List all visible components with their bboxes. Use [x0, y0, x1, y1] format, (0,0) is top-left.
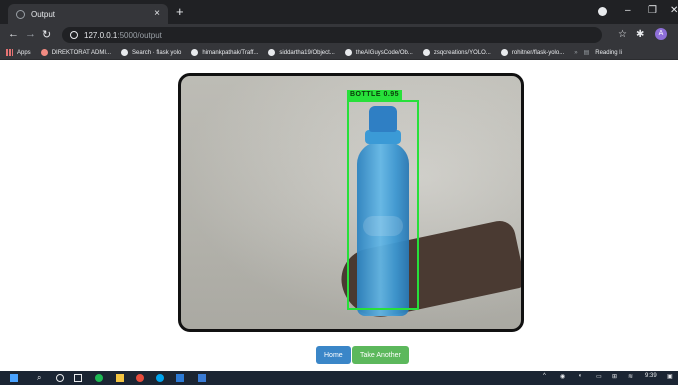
site-info-icon[interactable] [70, 31, 78, 39]
tab-title: Output [31, 9, 56, 19]
bookmark-rohitner[interactable]: rohitner/flask-yolo... [500, 49, 564, 56]
bookmark-apps[interactable]: Apps [6, 49, 31, 56]
edge-icon[interactable] [156, 374, 164, 382]
battery-icon[interactable]: ▭ [596, 373, 602, 380]
cortana-icon[interactable] [56, 374, 64, 382]
browser-tab-output[interactable]: Output × [8, 4, 168, 24]
back-icon[interactable]: ← [8, 28, 19, 40]
reading-list-icon: ▤ [583, 50, 590, 56]
apps-icon [6, 49, 13, 56]
direktorat-icon [40, 49, 48, 56]
profile-avatar[interactable]: A [655, 28, 667, 40]
bookmark-zsqcreations[interactable]: zsqcreations/YOLO... [422, 49, 491, 56]
github-icon [268, 49, 276, 56]
tab-favicon-icon [16, 9, 25, 19]
address-bar[interactable]: 127.0.0.1 :5000/output [62, 27, 602, 43]
github-icon [121, 49, 129, 56]
github-icon [344, 49, 352, 56]
app-icon[interactable] [198, 374, 206, 382]
bookmark-reading-list[interactable]: » ▤ Reading li [574, 49, 622, 57]
detection-output-image: BOTTLE 0.95 [178, 73, 524, 332]
language-icon[interactable]: ⊞ [612, 373, 617, 380]
extension-icon[interactable] [598, 7, 607, 16]
take-another-button[interactable]: Take Another [352, 346, 409, 364]
minimize-icon[interactable]: – [625, 5, 631, 16]
file-explorer-icon[interactable] [116, 374, 124, 382]
github-icon [191, 49, 199, 56]
maximize-icon[interactable]: ❐ [648, 5, 657, 16]
bookmark-theaiguyscode[interactable]: theAIGuysCode/Ob... [344, 49, 413, 56]
bookmark-siddartha19[interactable]: siddartha19/Object... [268, 49, 335, 56]
bookmark-star-icon[interactable]: ☆ [618, 29, 627, 40]
notifications-icon[interactable]: ▣ [667, 373, 673, 380]
windows-taskbar: ⌕ ^ ◉ ◖ ▭ ⊞ ≋ 9:39 ▣ [0, 371, 678, 385]
volume-icon[interactable]: ◖ [578, 373, 582, 379]
search-icon[interactable]: ⌕ [37, 373, 41, 383]
network-icon[interactable]: ◉ [560, 373, 565, 380]
forward-icon[interactable]: → [25, 28, 36, 40]
url-path: :5000/output [117, 30, 162, 40]
tray-chevron-icon[interactable]: ^ [543, 373, 546, 379]
url-host: 127.0.0.1 [84, 30, 118, 40]
wifi-icon[interactable]: ≋ [628, 373, 633, 380]
bookmark-direktorat[interactable]: DIREKTORAT ADMI... [40, 49, 111, 56]
reload-icon[interactable]: ↻ [42, 28, 51, 41]
browser-tab-bar: Output × + – ❐ ✕ [0, 0, 678, 24]
bookmarks-bar: Apps DIREKTORAT ADMI... Search · flask y… [0, 46, 678, 60]
overflow-chevron-icon[interactable]: » [574, 50, 577, 56]
output-page: BOTTLE 0.95 Home Take Another [0, 61, 678, 371]
home-button[interactable]: Home [316, 346, 351, 364]
bookmark-himankpathak[interactable]: himankpathak/Traff... [191, 49, 258, 56]
bookmark-search-flask-yolo[interactable]: Search · flask yolo [121, 49, 181, 56]
tab-close-icon[interactable]: × [154, 8, 160, 19]
github-icon [500, 49, 508, 56]
task-view-icon[interactable] [74, 374, 82, 382]
detection-bounding-box [347, 100, 419, 310]
detection-label: BOTTLE 0.95 [347, 90, 403, 100]
browser-toolbar: ← → ↻ 127.0.0.1 :5000/output ☆ ✱ [0, 24, 678, 46]
clock[interactable]: 9:39 [645, 373, 657, 379]
spotify-icon[interactable] [95, 374, 103, 382]
chrome-icon[interactable] [136, 374, 144, 382]
windows-start-icon[interactable] [10, 374, 18, 382]
vscode-icon[interactable] [176, 374, 184, 382]
extensions-puzzle-icon[interactable]: ✱ [636, 29, 644, 40]
github-icon [422, 49, 430, 56]
new-tab-icon[interactable]: + [176, 4, 184, 19]
close-window-icon[interactable]: ✕ [670, 5, 678, 16]
